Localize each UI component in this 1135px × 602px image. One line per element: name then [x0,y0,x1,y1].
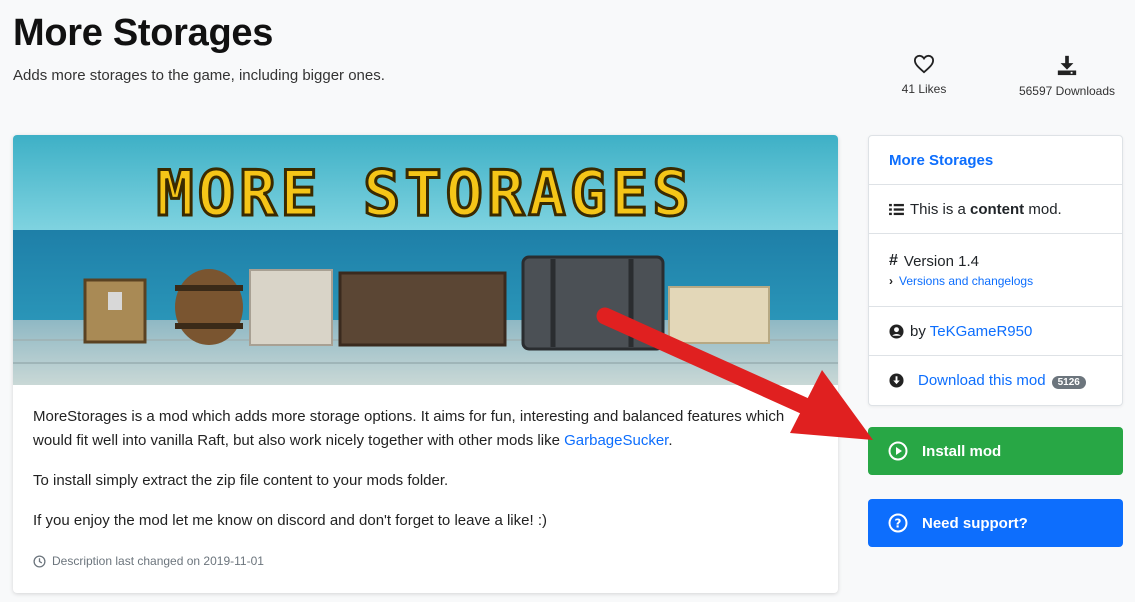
list-icon [889,203,904,215]
garbagesucker-link[interactable]: GarbageSucker [564,432,668,449]
sidebar-download[interactable]: Download this mod 5126 [869,356,1122,405]
play-circle-icon [888,441,908,461]
install-mod-button[interactable]: Install mod [868,427,1123,475]
download-circle-icon [889,373,904,388]
sidebar-mod-type: This is a content mod. [869,185,1122,234]
question-circle-icon: ? [888,513,908,533]
sidebar-version: # Version 1.4 › Versions and changelogs [869,234,1122,307]
downloads-stat: 56597 Downloads [1012,54,1122,98]
hash-icon: # [889,252,898,269]
sidebar-author: by TeKGameR950 [869,307,1122,356]
likes-count: 41 Likes [901,82,947,96]
download-size-badge: 5126 [1051,376,1086,389]
download-mod-link[interactable]: Download this mod [918,372,1046,389]
likes-stat[interactable]: 41 Likes [892,54,956,96]
description-card: MORE STORAGES MoreStorages is a mod whic… [13,135,838,593]
user-circle-icon [889,323,904,339]
sidebar-mod-title[interactable]: More Storages [869,136,1122,185]
banner-title-text: MORE STORAGES [156,157,693,230]
clock-icon [33,554,46,568]
page-subtitle: Adds more storages to the game, includin… [13,67,385,84]
author-link[interactable]: TeKGameR950 [930,323,1033,340]
mod-banner-image: MORE STORAGES [13,135,838,385]
description-paragraph-1: MoreStorages is a mod which adds more st… [33,408,785,449]
heart-icon [913,54,935,74]
download-icon [1057,55,1077,76]
page-title: More Storages [13,12,274,54]
chevron-right-icon: › [889,274,893,288]
svg-text:?: ? [895,517,902,531]
description-paragraph-3: If you enjoy the mod let me know on disc… [33,512,547,529]
downloads-count: 56597 Downloads [1018,84,1116,98]
need-support-button[interactable]: ? Need support? [868,499,1123,547]
description-changed-date: Description last changed on 2019-11-01 [33,549,818,573]
description-paragraph-2: To install simply extract the zip file c… [33,472,449,489]
mod-info-sidebar: More Storages This is a content mod. # V… [868,135,1123,406]
versions-changelogs-link[interactable]: Versions and changelogs [899,274,1033,288]
